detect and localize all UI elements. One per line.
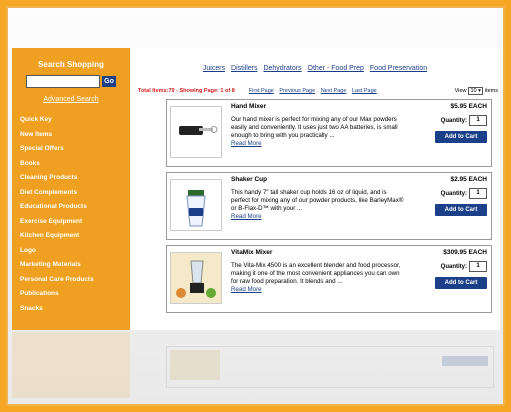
quantity-input[interactable]: 1 (469, 261, 487, 272)
read-more-link[interactable]: Read More (231, 286, 406, 294)
product-name[interactable]: VitaMix Mixer (231, 249, 272, 256)
product-desc-text: Our hand mixer is perfect for mixing any… (231, 116, 398, 139)
status-bar: Total Items:79 - Showing Page: 1 of 8 Fi… (138, 85, 498, 97)
items-label: items (484, 88, 498, 94)
product-description: Our hand mixer is perfect for mixing any… (231, 116, 406, 148)
category-logo[interactable]: Logo (12, 244, 130, 259)
category-snacks[interactable]: Snacks (12, 302, 130, 317)
first-page-link[interactable]: First Page (249, 88, 274, 94)
product-name[interactable]: Shaker Cup (231, 176, 267, 183)
product-price: $5.95 EACH (450, 103, 488, 110)
add-to-cart-button[interactable]: Add to Cart (435, 277, 487, 289)
go-button[interactable]: Go (102, 76, 116, 87)
quantity-row: Quantity: 1 (441, 188, 487, 199)
view-control: View 10 ▾ items (455, 87, 498, 95)
next-page-link[interactable]: Next Page (321, 88, 347, 94)
read-more-link[interactable]: Read More (231, 140, 406, 148)
reflection-thumb (170, 350, 220, 380)
category-educational-products[interactable]: Educational Products (12, 200, 130, 215)
category-books[interactable]: Books (12, 157, 130, 172)
product-description: The Vita-Mix 4500 is an excellent blende… (231, 262, 406, 294)
reflection-button (442, 356, 488, 366)
category-kitchen-equipment[interactable]: Kitchen Equipment (12, 229, 130, 244)
category-special-offers[interactable]: Special Offers (12, 142, 130, 157)
product-desc-text: This handy 7" tall shaker cup holds 16 o… (231, 189, 404, 212)
sidebar-reflection (12, 332, 130, 398)
category-diet-complements[interactable]: Diet Complements (12, 186, 130, 201)
nav-distillers[interactable]: Distillers (231, 65, 257, 72)
sidebar: Search Shopping Go Advanced Search Quick… (12, 48, 130, 330)
product-card-hand-mixer: Hand Mixer Our hand mixer is perfect for… (166, 99, 492, 167)
advanced-search-link[interactable]: Advanced Search (12, 96, 130, 103)
product-price: $309.95 EACH (443, 249, 487, 256)
quantity-row: Quantity: 1 (441, 261, 487, 272)
quantity-label: Quantity: (440, 190, 467, 197)
product-image-vitamix[interactable] (170, 252, 222, 304)
items-per-page-value: 10 (470, 88, 477, 94)
page-reflection (130, 332, 500, 398)
pager: First Page Previous Page Next Page Last … (249, 88, 381, 94)
top-nav: Juicers Distillers Dehydrators Other - F… (130, 65, 500, 72)
quantity-input[interactable]: 1 (469, 188, 487, 199)
nav-food-preservation[interactable]: Food Preservation (370, 65, 427, 72)
nav-other-food-prep[interactable]: Other - Food Prep (308, 65, 364, 72)
read-more-link[interactable]: Read More (231, 213, 406, 221)
product-card-vitamix: VitaMix Mixer The Vita-Mix 4500 is an ex… (166, 245, 492, 313)
search-input[interactable] (26, 75, 100, 88)
product-name[interactable]: Hand Mixer (231, 103, 266, 110)
previous-page-link[interactable]: Previous Page (279, 88, 315, 94)
total-items-text: Total Items:79 - Showing Page: 1 of 8 (138, 88, 235, 94)
category-exercise-equipment[interactable]: Exercise Equipment (12, 215, 130, 230)
quantity-row: Quantity: 1 (441, 115, 487, 126)
search-title: Search Shopping (38, 60, 104, 69)
items-per-page-select[interactable]: 10 ▾ (468, 87, 483, 95)
quantity-label: Quantity: (440, 263, 467, 270)
category-cleaning-products[interactable]: Cleaning Products (12, 171, 130, 186)
quantity-label: Quantity: (440, 117, 467, 124)
product-description: This handy 7" tall shaker cup holds 16 o… (231, 189, 406, 221)
category-marketing-materials[interactable]: Marketing Materials (12, 258, 130, 273)
product-desc-text: The Vita-Mix 4500 is an excellent blende… (231, 262, 401, 285)
product-image-shaker-cup[interactable] (170, 179, 222, 231)
quantity-input[interactable]: 1 (469, 115, 487, 126)
last-page-link[interactable]: Last Page (352, 88, 377, 94)
nav-dehydrators[interactable]: Dehydrators (263, 65, 301, 72)
category-new-items[interactable]: New Items (12, 128, 130, 143)
main-content: Juicers Distillers Dehydrators Other - F… (130, 48, 500, 330)
add-to-cart-button[interactable]: Add to Cart (435, 204, 487, 216)
category-quick-key[interactable]: Quick Key (12, 113, 130, 128)
category-personal-care-products[interactable]: Personal Care Products (12, 273, 130, 288)
product-image-hand-mixer[interactable] (170, 106, 222, 158)
category-publications[interactable]: Publications (12, 287, 130, 302)
product-card-shaker-cup: Shaker Cup This handy 7" tall shaker cup… (166, 172, 492, 240)
category-list: Quick Key New Items Special Offers Books… (12, 113, 130, 316)
product-price: $2.95 EACH (450, 176, 488, 183)
view-label: View (454, 88, 467, 94)
nav-juicers[interactable]: Juicers (203, 65, 225, 72)
add-to-cart-button[interactable]: Add to Cart (435, 131, 487, 143)
